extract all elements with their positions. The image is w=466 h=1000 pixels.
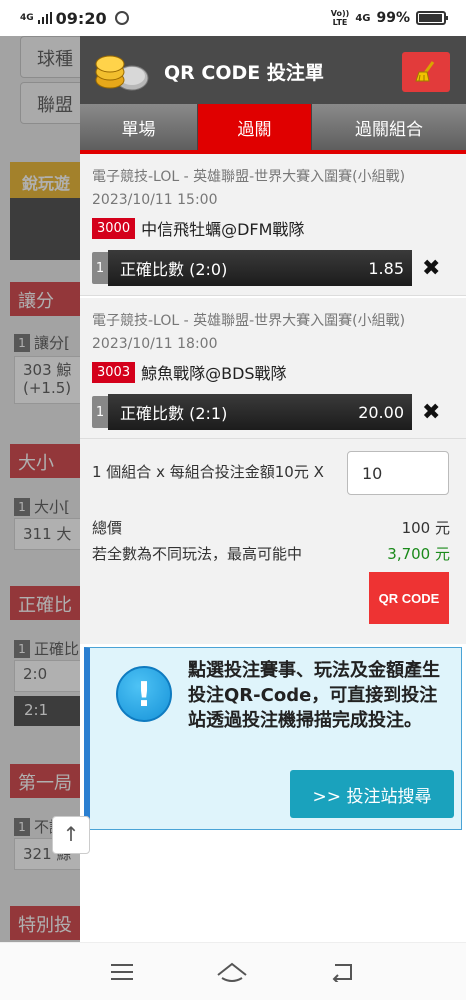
total-value: 100 元	[401, 519, 450, 537]
panel-title: QR CODE 投注單	[164, 62, 324, 84]
odds-value: 1.85	[368, 258, 404, 278]
match-code: 3003	[92, 361, 136, 383]
coins-icon	[95, 55, 149, 91]
status-bar: 4G 09:20 Vo)) LTE 4G 99%	[0, 0, 466, 36]
back-icon[interactable]	[331, 962, 355, 982]
selection-bar[interactable]: 正確比數 (2:1) 20.00	[108, 394, 412, 430]
stake-summary: 1 個組合 x 每組合投注金額10元 X 總價 100 元 若全數為不同玩法，最…	[80, 439, 466, 644]
station-search-button[interactable]: >> 投注站搜尋	[290, 770, 454, 818]
odds-value: 20.00	[358, 402, 404, 422]
selection-number: 1	[92, 396, 108, 428]
broom-icon	[415, 61, 435, 82]
total-label: 總價	[92, 519, 123, 537]
bet-type-tabs: 單場 過關 過關組合	[80, 104, 466, 154]
network-indicator: Vo)) LTE	[330, 9, 350, 27]
qr-code-button[interactable]: QR CODE	[369, 572, 449, 624]
bet-item: 電子競技-LOL - 英雄聯盟-世界大賽入圍賽(小組戰) 2023/10/11 …	[80, 154, 466, 296]
tab-single[interactable]: 單場	[80, 104, 198, 150]
remove-bet-icon[interactable]: ✖	[422, 256, 440, 281]
clock: 09:20	[55, 8, 107, 28]
network-4g: 4G	[355, 12, 371, 24]
qr-bet-slip-panel: QR CODE 投注單 單場 過關 過關組合 電子競技-LOL - 英雄聯盟-世…	[80, 36, 466, 942]
scroll-top-button[interactable]: ↑	[52, 816, 90, 854]
selection-label: 正確比數 (2:0)	[120, 260, 228, 279]
match-code: 3000	[92, 217, 136, 239]
match-teams: 3000 中信飛牡蠣@DFM戰隊	[92, 216, 304, 240]
bet-item: 電子競技-LOL - 英雄聯盟-世界大賽入圍賽(小組戰) 2023/10/11 …	[80, 298, 466, 439]
battery-icon	[416, 11, 448, 25]
vpn-icon	[114, 11, 129, 25]
tab-parlay[interactable]: 過關	[198, 104, 312, 150]
tab-parlay-combo[interactable]: 過關組合	[312, 104, 466, 150]
signal-bars-icon	[37, 12, 52, 24]
max-win-label: 若全數為不同玩法，最高可能中	[92, 545, 303, 563]
selection-bar[interactable]: 正確比數 (2:0) 1.85	[108, 250, 412, 286]
team-names: 鯨魚戰隊@BDS戰隊	[141, 364, 287, 383]
system-nav-bar	[0, 942, 466, 1000]
menu-icon[interactable]	[111, 963, 134, 981]
team-names: 中信飛牡蠣@DFM戰隊	[141, 220, 305, 239]
home-icon[interactable]	[216, 961, 248, 983]
info-text: 點選投注賽事、玩法及金額產生投注QR-Code，可直接到投注站透過投注機掃描完成…	[188, 660, 440, 731]
clear-button[interactable]	[402, 52, 450, 92]
selection-number: 1	[92, 252, 108, 284]
match-date: 2023/10/11 15:00	[92, 192, 218, 208]
match-date: 2023/10/11 18:00	[92, 336, 218, 352]
battery-percent: 99%	[376, 10, 410, 26]
remove-bet-icon[interactable]: ✖	[422, 400, 440, 425]
panel-header: QR CODE 投注單	[80, 36, 466, 104]
match-teams: 3003 鯨魚戰隊@BDS戰隊	[92, 360, 287, 384]
combo-calculation: 1 個組合 x 每組合投注金額10元 X	[92, 463, 324, 481]
max-win-value: 3,700 元	[387, 545, 450, 563]
signal-indicator: 4G	[20, 12, 34, 23]
selection-label: 正確比數 (2:1)	[120, 404, 228, 423]
selection-row: 1 正確比數 (2:1) 20.00 ✖	[92, 394, 440, 430]
info-exclamation-icon: !	[116, 666, 172, 722]
league-name: 電子競技-LOL - 英雄聯盟-世界大賽入圍賽(小組戰)	[92, 169, 406, 185]
info-box: ! 點選投注賽事、玩法及金額產生投注QR-Code，可直接到投注站透過投注機掃描…	[84, 647, 462, 830]
stake-amount-input[interactable]	[347, 451, 449, 495]
selection-row: 1 正確比數 (2:0) 1.85 ✖	[92, 250, 440, 286]
league-name: 電子競技-LOL - 英雄聯盟-世界大賽入圍賽(小組戰)	[92, 313, 406, 329]
